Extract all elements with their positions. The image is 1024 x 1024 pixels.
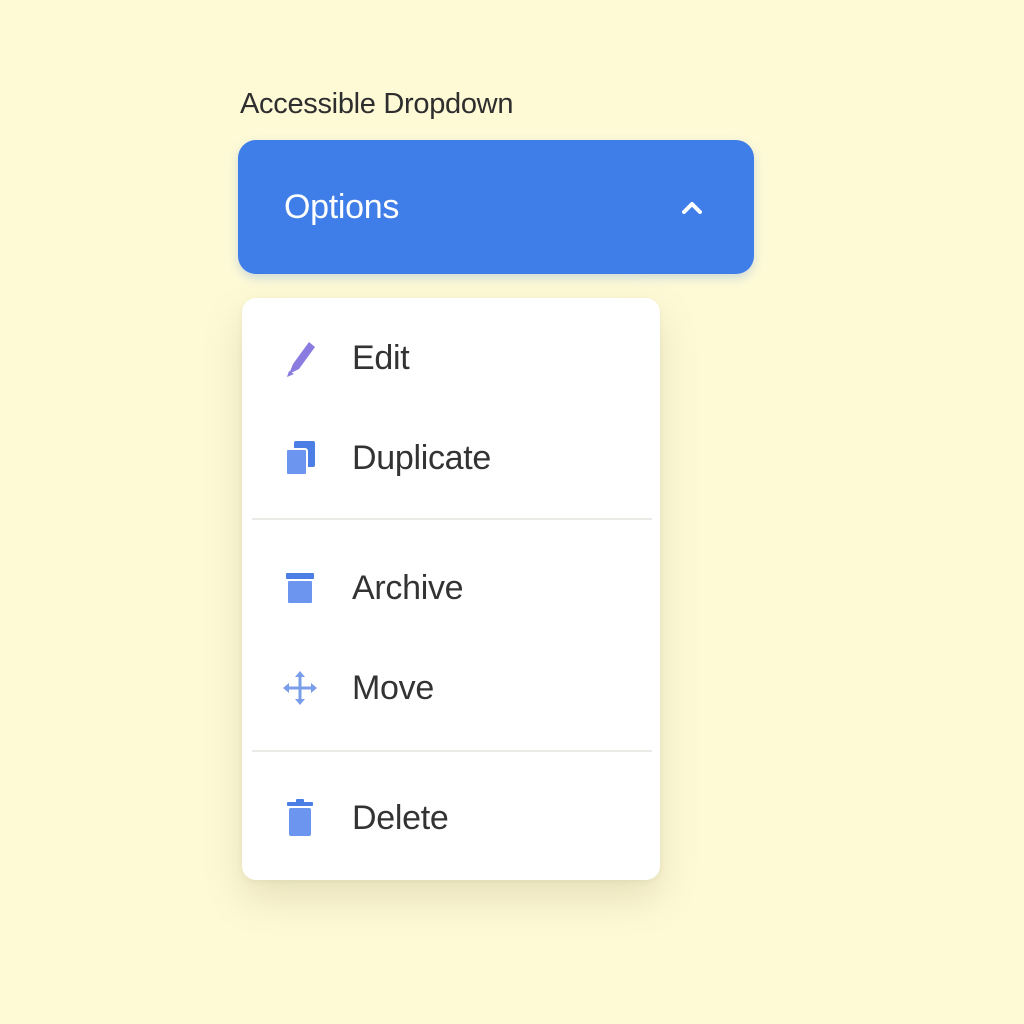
menu-item-label: Duplicate (352, 438, 492, 477)
options-dropdown-button[interactable]: Options (238, 140, 754, 274)
menu-item-label: Move (352, 668, 434, 707)
move-icon (280, 668, 320, 708)
menu-item-edit[interactable]: Edit (242, 308, 660, 408)
page: Accessible Dropdown Options Edit Duplica… (0, 0, 1024, 1024)
menu-item-label: Edit (352, 338, 410, 377)
menu-divider (252, 518, 652, 520)
dropdown-trigger-label: Options (284, 187, 400, 226)
dropdown-menu: Edit Duplicate Archive Move Delete (242, 298, 660, 880)
copy-icon (280, 438, 320, 478)
dropdown-label: Accessible Dropdown (240, 88, 514, 120)
menu-item-move[interactable]: Move (242, 638, 660, 738)
menu-item-label: Delete (352, 798, 449, 837)
pencil-icon (280, 338, 320, 378)
menu-item-label: Archive (352, 568, 464, 607)
menu-divider (252, 750, 652, 752)
menu-item-delete[interactable]: Delete (242, 768, 660, 868)
menu-item-archive[interactable]: Archive (242, 538, 660, 638)
trash-icon (280, 798, 320, 838)
chevron-up-icon (678, 193, 706, 221)
menu-item-duplicate[interactable]: Duplicate (242, 408, 660, 508)
archive-icon (280, 568, 320, 608)
